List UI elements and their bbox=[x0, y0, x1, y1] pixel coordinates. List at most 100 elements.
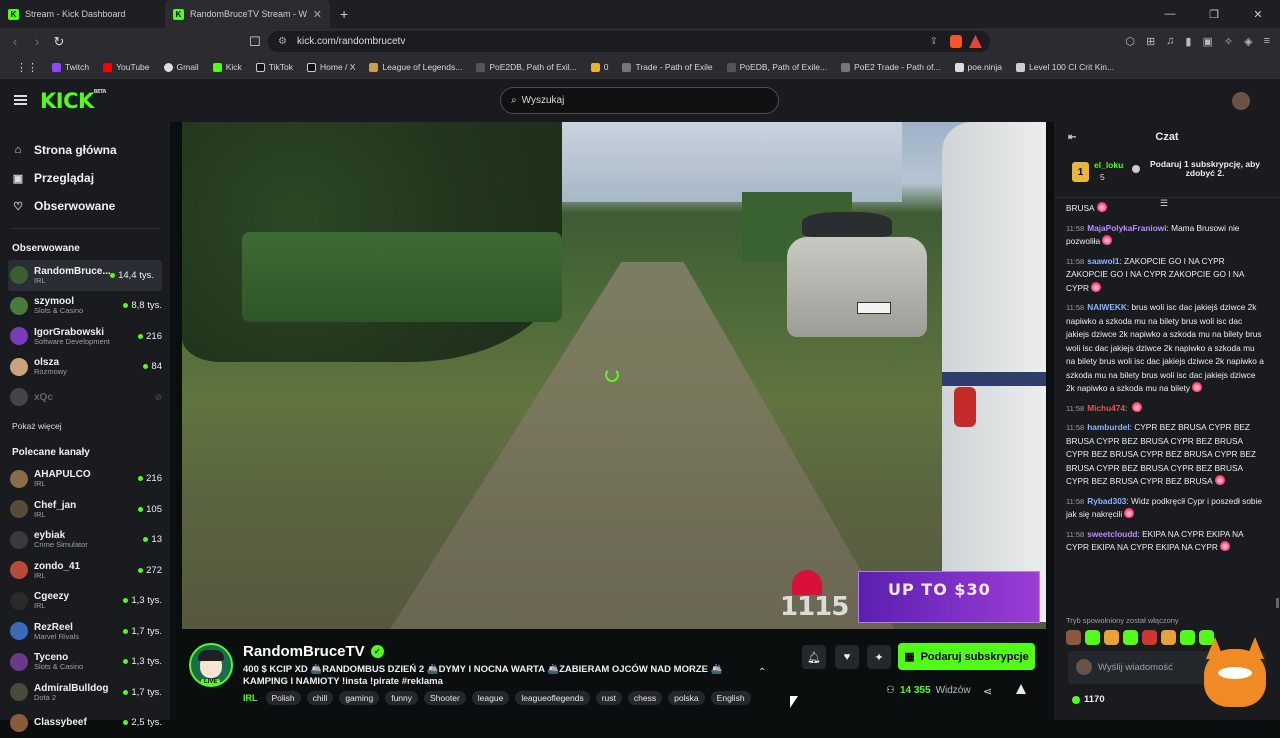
sidebar-channel[interactable]: RandomBruce...IRL14,4 tys. bbox=[8, 260, 162, 291]
user-avatar[interactable] bbox=[1232, 92, 1250, 110]
message-user[interactable]: Rybad303 bbox=[1087, 496, 1126, 506]
chevron-up-icon[interactable]: ⌃ bbox=[758, 667, 766, 678]
gift-prompt[interactable]: Podaruj 1 subskrypcję, aby zdobyć 2. bbox=[1146, 160, 1264, 179]
nav-home[interactable]: ⌂Strona główna bbox=[12, 136, 170, 164]
bookmark-twitch[interactable]: Twitch bbox=[46, 62, 95, 72]
show-more-link[interactable]: Pokaż więcej bbox=[0, 413, 170, 441]
collapse-chat-icon[interactable]: ⇤ bbox=[1068, 132, 1076, 143]
streamer-name[interactable]: RandomBruceTV ✓ bbox=[243, 643, 384, 660]
bookmark-poeninja[interactable]: poe.ninja bbox=[949, 62, 1009, 72]
extension-icon[interactable]: ⊞ bbox=[1146, 35, 1155, 48]
gift-subscription-button[interactable]: ▦ Podaruj subskrypcje bbox=[898, 643, 1035, 670]
tag-pill[interactable]: rust bbox=[596, 691, 622, 705]
video-player[interactable]: 1115 UP TO $30 bbox=[182, 122, 1046, 629]
sidebar-channel[interactable]: zondo_41IRL272 bbox=[0, 555, 170, 586]
nav-following[interactable]: ♡Obserwowane bbox=[12, 192, 170, 220]
tab-kick-dashboard[interactable]: K Stream - Kick Dashboard bbox=[0, 0, 165, 28]
tag-pill[interactable]: gaming bbox=[339, 691, 379, 705]
message-user[interactable]: sweetcloudd bbox=[1087, 529, 1137, 539]
bookmark-poedb[interactable]: PoEDB, Path of Exile... bbox=[721, 62, 833, 72]
sidebar-channel[interactable]: olszaRozmowy84 bbox=[0, 352, 170, 383]
tag-pill[interactable]: Shooter bbox=[424, 691, 466, 705]
new-tab-button[interactable]: + bbox=[330, 6, 358, 22]
scrollbar[interactable] bbox=[1276, 598, 1279, 608]
close-window-button[interactable]: ✕ bbox=[1236, 0, 1280, 28]
bookmark-tiktok[interactable]: TikTok bbox=[250, 62, 299, 72]
tag-pill[interactable]: funny bbox=[385, 691, 418, 705]
category-link[interactable]: IRL bbox=[243, 693, 258, 703]
sidebar-channel[interactable]: Chef_janIRL105 bbox=[0, 494, 170, 525]
sidebar-channel[interactable]: szymoolSlots & Casino8,8 tys. bbox=[0, 291, 170, 322]
notification-bell-button[interactable]: 🔔︎ bbox=[802, 645, 826, 669]
sidebar-channel[interactable]: eybiakCrime Simulator13 bbox=[0, 525, 170, 556]
leader-user[interactable]: el_loku bbox=[1094, 160, 1123, 170]
menu-icon[interactable]: ≡ bbox=[1264, 35, 1270, 48]
sidebar-channel[interactable]: Classybeef2,5 tys. bbox=[0, 708, 170, 738]
bookmark-kick[interactable]: Kick bbox=[207, 62, 248, 72]
share-icon[interactable]: ⋖ bbox=[983, 685, 992, 698]
tag-pill[interactable]: English bbox=[711, 691, 751, 705]
sidebar-icon[interactable]: ▮ bbox=[1185, 35, 1191, 48]
bookmark-level100[interactable]: Level 100 CI Crit Kin... bbox=[1010, 62, 1120, 72]
apps-icon[interactable]: ⋮⋮ bbox=[10, 61, 44, 74]
extension-icon[interactable]: ⬡ bbox=[1125, 35, 1135, 48]
emote-icon[interactable] bbox=[1142, 630, 1157, 645]
vpn-icon[interactable]: ◈ bbox=[1244, 35, 1252, 48]
share-icon[interactable]: ⇪ bbox=[930, 36, 938, 47]
sidebar-channel[interactable]: RezReelMarvel Rivals1,7 tys. bbox=[0, 616, 170, 647]
channel-points[interactable]: 1170 bbox=[1072, 694, 1105, 705]
emote-icon[interactable] bbox=[1066, 630, 1081, 645]
bookmark-folder[interactable]: 0 bbox=[585, 62, 615, 72]
tag-pill[interactable]: polska bbox=[668, 691, 705, 705]
sidebar-channel[interactable]: IgorGrabowskiSoftware Development216 bbox=[0, 321, 170, 352]
sidebar-channel[interactable]: AHAPULCOIRL216 bbox=[0, 464, 170, 495]
tab-randombrucetv[interactable]: K RandomBruceTV Stream - Wa ✕ bbox=[165, 0, 330, 28]
tag-pill[interactable]: leagueoflegends bbox=[515, 691, 589, 705]
brave-rewards-icon[interactable] bbox=[969, 35, 982, 48]
bookmark-trade[interactable]: Trade - Path of Exile bbox=[616, 62, 718, 72]
reload-button[interactable]: ↻ bbox=[48, 34, 70, 50]
bookmark-gmail[interactable]: Gmail bbox=[158, 62, 205, 72]
sidebar-channel[interactable]: xQc⊘ bbox=[0, 382, 170, 413]
message-user[interactable]: Michu474 bbox=[1087, 403, 1125, 413]
url-field[interactable]: ⚙ kick.com/randombrucetv ⇪ bbox=[268, 31, 990, 52]
music-icon[interactable]: ♫ bbox=[1166, 35, 1174, 48]
tag-pill[interactable]: chess bbox=[628, 691, 662, 705]
kick-logo[interactable]: KICKBETA bbox=[40, 89, 106, 113]
tag-pill[interactable]: chill bbox=[307, 691, 334, 705]
message-user[interactable]: saawol1 bbox=[1087, 256, 1119, 266]
leo-icon[interactable]: ✧ bbox=[1224, 35, 1233, 48]
tag-pill[interactable]: league bbox=[472, 691, 510, 705]
follow-button[interactable]: ♥ bbox=[835, 645, 859, 669]
minimize-button[interactable]: — bbox=[1148, 0, 1192, 28]
emote-icon[interactable] bbox=[1085, 630, 1100, 645]
site-info-icon[interactable]: ⚙ bbox=[278, 36, 287, 47]
forward-button[interactable]: › bbox=[26, 34, 48, 49]
tag-pill[interactable]: Polish bbox=[266, 691, 301, 705]
back-button[interactable]: ‹ bbox=[4, 34, 26, 49]
bookmark-lol[interactable]: League of Legends... bbox=[363, 62, 468, 72]
emote-icon[interactable] bbox=[1180, 630, 1195, 645]
report-icon[interactable] bbox=[1016, 684, 1026, 694]
message-user[interactable]: MajaPolykaFraniowi bbox=[1087, 223, 1166, 233]
bookmark-youtube[interactable]: YouTube bbox=[97, 62, 155, 72]
emote-icon[interactable] bbox=[1123, 630, 1138, 645]
wallet-icon[interactable]: ▣ bbox=[1202, 35, 1212, 48]
bookmark-poe2trade[interactable]: PoE2 Trade - Path of... bbox=[835, 62, 946, 72]
bookmark-x[interactable]: Home / X bbox=[301, 62, 361, 72]
bookmark-poe2db[interactable]: PoE2DB, Path of Exil... bbox=[470, 62, 582, 72]
message-user[interactable]: hamburdel bbox=[1087, 422, 1129, 432]
emote-icon[interactable] bbox=[1104, 630, 1119, 645]
bookmark-icon[interactable]: ☐ bbox=[244, 34, 266, 50]
clip-button[interactable]: ✦ bbox=[867, 645, 891, 669]
message-user[interactable]: NAIWEKK bbox=[1087, 302, 1127, 312]
restore-button[interactable]: ❐ bbox=[1192, 0, 1236, 28]
sidebar-channel[interactable]: AdmiralBulldogDota 21,7 tys. bbox=[0, 677, 170, 708]
nav-browse[interactable]: ▣Przeglądaj bbox=[12, 164, 170, 192]
emote-icon[interactable] bbox=[1161, 630, 1176, 645]
sidebar-channel[interactable]: TycenoSlots & Casino1,3 tys. bbox=[0, 647, 170, 678]
sidebar-channel[interactable]: CgeezyIRL1,3 tys. bbox=[0, 586, 170, 617]
menu-icon[interactable] bbox=[14, 95, 27, 105]
close-tab-icon[interactable]: ✕ bbox=[313, 8, 322, 21]
brave-shield-icon[interactable] bbox=[950, 35, 962, 48]
